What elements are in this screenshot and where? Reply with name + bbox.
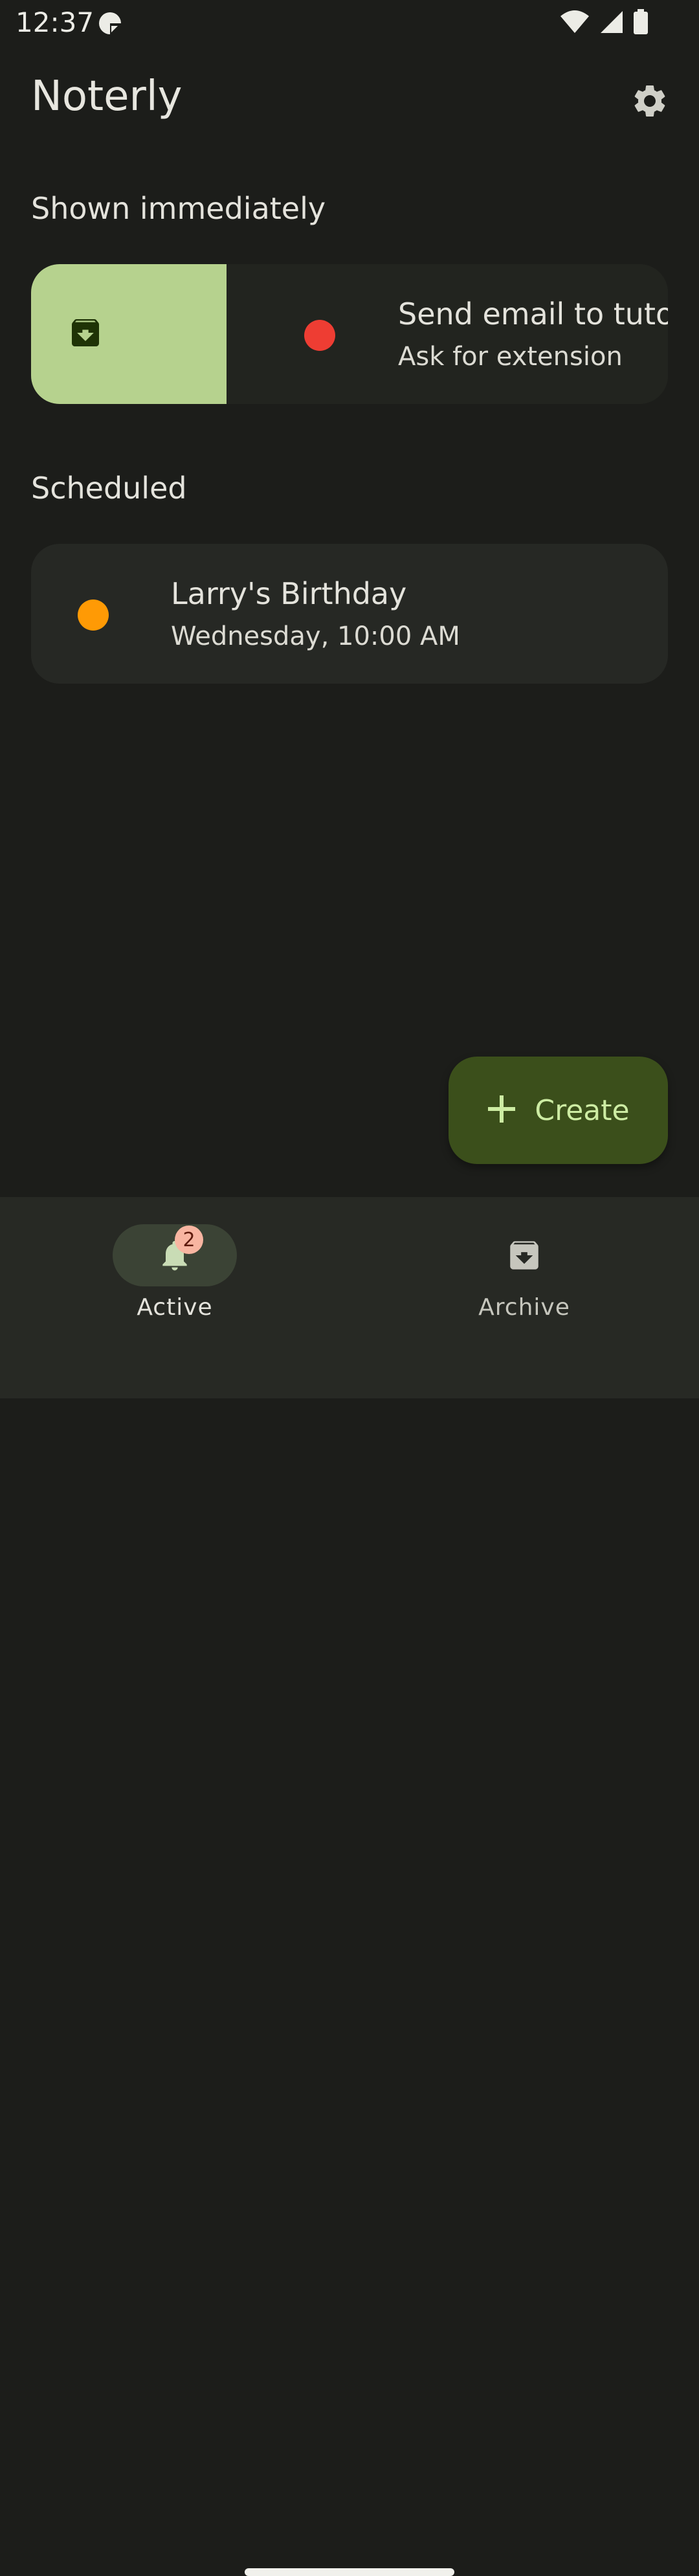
create-button[interactable]: Create [449, 1057, 668, 1164]
create-button-label: Create [535, 1093, 630, 1127]
status-icons [559, 9, 649, 38]
swipe-archive-action[interactable] [31, 264, 227, 404]
section-header-immediate: Shown immediately [31, 191, 326, 226]
nav-item-active[interactable]: 2 Active [45, 1197, 304, 1327]
note-title: Larry's Birthday [171, 576, 407, 611]
status-time: 12:37 [16, 6, 94, 38]
signal-icon [599, 10, 624, 37]
battery-icon [633, 9, 649, 38]
gear-icon [630, 82, 669, 123]
notification-count-badge: 2 [175, 1226, 203, 1254]
app-notification-icon [97, 10, 123, 39]
priority-dot [304, 320, 335, 351]
note-subtitle: Ask for extension [398, 342, 623, 372]
note-content[interactable]: Send email to tutor Ask for extension [227, 264, 668, 404]
archive-icon [504, 1235, 545, 1276]
nav-label-archive: Archive [478, 1294, 570, 1321]
bottom-navigation: 2 Active Archive [0, 1197, 699, 2576]
section-header-scheduled: Scheduled [31, 471, 187, 506]
nav-item-archive[interactable]: Archive [395, 1197, 654, 1327]
status-bar: 12:37 [0, 0, 699, 47]
plus-icon [487, 1094, 516, 1126]
app-title: Noterly [31, 73, 183, 120]
note-schedule-time: Wednesday, 10:00 AM [171, 622, 460, 651]
note-title: Send email to tutor [398, 297, 668, 331]
note-card[interactable]: Send email to tutor Ask for extension [31, 264, 668, 404]
settings-button[interactable] [627, 79, 673, 126]
home-indicator[interactable] [245, 2568, 454, 2576]
priority-dot [78, 599, 109, 631]
wifi-icon [559, 10, 590, 37]
nav-label-active: Active [137, 1294, 213, 1321]
note-card[interactable]: Larry's Birthday Wednesday, 10:00 AM [31, 544, 668, 684]
archive-icon [67, 315, 104, 353]
